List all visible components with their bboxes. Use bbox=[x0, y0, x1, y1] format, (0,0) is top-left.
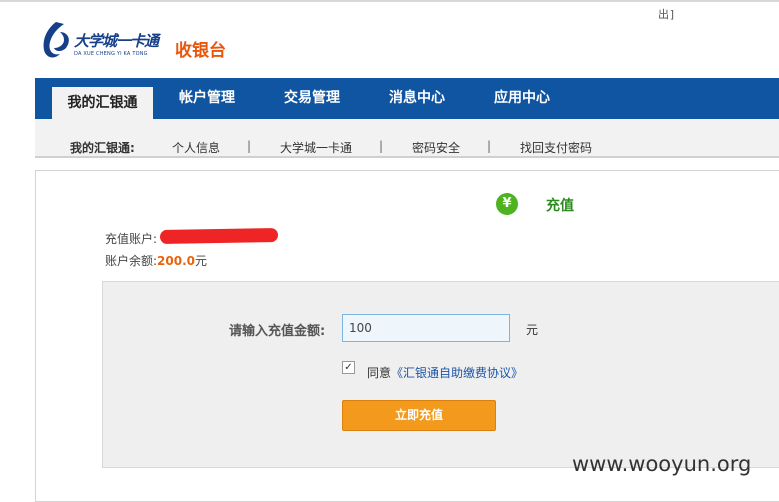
main-nav: 我的汇银通 帐户管理 交易管理 消息中心 应用中心 bbox=[35, 78, 779, 119]
balance-value: 200.0 bbox=[157, 254, 196, 268]
agree-text: 同意《汇银通自助缴费协议》 bbox=[367, 364, 523, 381]
subnav-separator: | bbox=[487, 139, 492, 153]
subnav-title: 我的汇银通: bbox=[70, 141, 135, 155]
balance-label: 账户余额: bbox=[105, 254, 158, 268]
agree-prefix: 同意 bbox=[367, 366, 392, 380]
logo-text: 大学城一卡通 bbox=[74, 32, 159, 50]
tab-message-center[interactable]: 消息中心 bbox=[376, 78, 458, 119]
amount-label: 请输入充值金额: bbox=[229, 324, 326, 339]
sub-nav: 我的汇银通: 个人信息 | 大学城一卡通 | 密码安全 | 找回支付密码 bbox=[35, 119, 779, 158]
agree-checkbox[interactable]: ✓ bbox=[342, 361, 355, 374]
subnav-item-personal-info[interactable]: 个人信息 bbox=[172, 139, 220, 156]
logo-emblem-icon bbox=[43, 22, 69, 58]
amount-input[interactable] bbox=[342, 314, 510, 342]
subnav-item-campus-card[interactable]: 大学城一卡通 bbox=[280, 139, 352, 156]
subnav-separator: | bbox=[379, 139, 384, 153]
top-border bbox=[0, 0, 779, 2]
tab-account-management[interactable]: 帐户管理 bbox=[166, 78, 248, 119]
logout-link[interactable]: 出] bbox=[658, 6, 676, 22]
logo: 大学城一卡通 DA XUE CHENG YI KA TONG bbox=[38, 18, 164, 64]
logo-subtext: DA XUE CHENG YI KA TONG bbox=[74, 51, 148, 57]
tab-transaction-management[interactable]: 交易管理 bbox=[271, 78, 353, 119]
balance-unit: 元 bbox=[195, 254, 208, 268]
subnav-item-password-security[interactable]: 密码安全 bbox=[412, 139, 460, 156]
tab-app-center[interactable]: 应用中心 bbox=[481, 78, 563, 119]
subnav-item-recover-pay-password[interactable]: 找回支付密码 bbox=[520, 139, 592, 156]
subnav-separator: | bbox=[247, 139, 252, 153]
redacted-account bbox=[159, 227, 279, 245]
agreement-link[interactable]: 《汇银通自助缴费协议》 bbox=[391, 366, 523, 380]
account-label: 充值账户: bbox=[105, 232, 158, 246]
recharge-now-button[interactable]: 立即充值 bbox=[342, 400, 496, 431]
amount-unit: 元 bbox=[526, 323, 539, 337]
yen-icon: ¥ bbox=[496, 193, 518, 215]
recharge-title: 充值 bbox=[546, 198, 574, 214]
cashier-title: 收银台 bbox=[175, 41, 226, 61]
balance-line: 账户余额:200.0元 bbox=[105, 252, 207, 269]
tab-my-huiyintong[interactable]: 我的汇银通 bbox=[52, 87, 153, 119]
watermark: www.wooyun.org bbox=[572, 452, 752, 476]
